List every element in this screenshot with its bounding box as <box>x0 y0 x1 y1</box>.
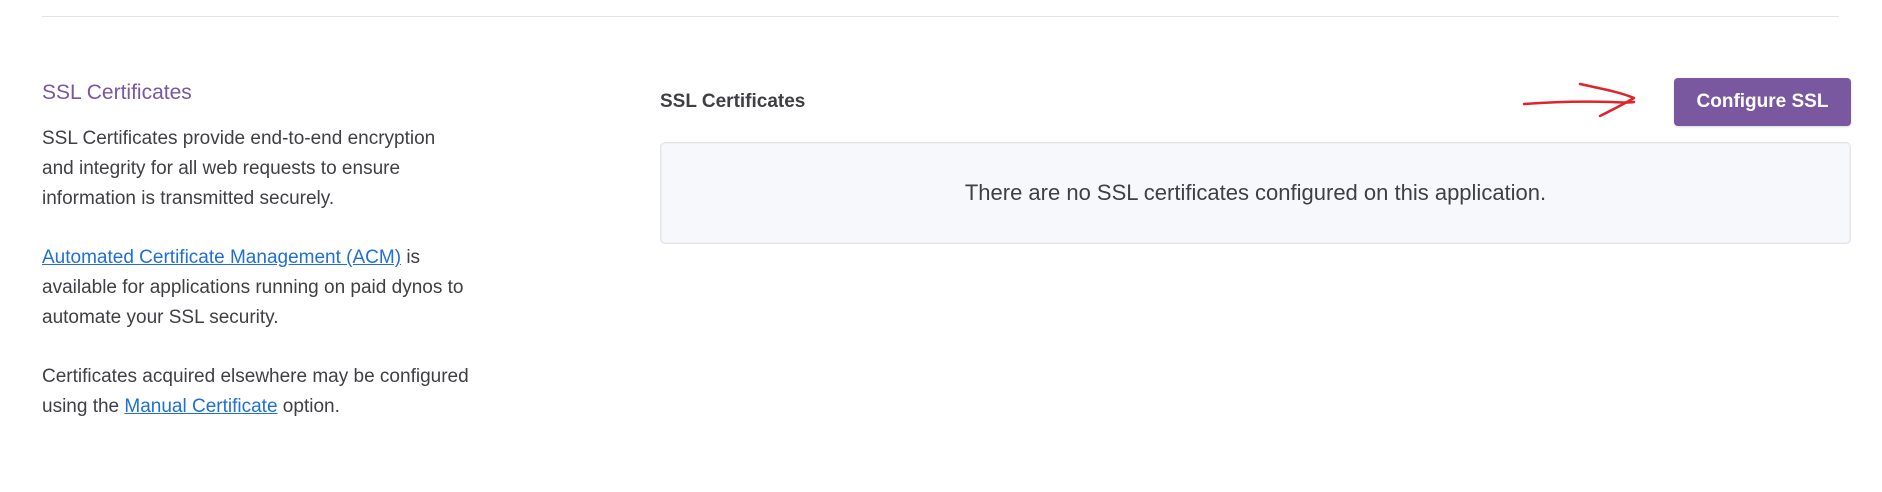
configure-ssl-button[interactable]: Configure SSL <box>1674 78 1851 126</box>
manual-certificate-link[interactable]: Manual Certificate <box>124 396 277 417</box>
red-arrow-icon <box>1522 82 1636 118</box>
ssl-description-text: SSL Certificates provide end-to-end encr… <box>42 128 436 209</box>
manual-suffix: option. <box>277 396 340 417</box>
section-title: SSL Certificates <box>42 81 192 104</box>
acm-paragraph: Automated Certificate Management (ACM) i… <box>42 243 472 333</box>
ssl-settings-page: SSL Certificates SSL Certificates provid… <box>0 0 1882 492</box>
acm-link[interactable]: Automated Certificate Management (ACM) <box>42 247 401 268</box>
panel-title: SSL Certificates <box>660 91 806 112</box>
ssl-panel-header: SSL Certificates Configure SSL <box>660 78 1851 142</box>
section-divider <box>42 16 1839 17</box>
empty-state-box: There are no SSL certificates configured… <box>660 142 1851 244</box>
manual-paragraph: Certificates acquired elsewhere may be c… <box>42 362 472 422</box>
ssl-info-panel: SSL Certificates SSL Certificates provid… <box>42 78 472 451</box>
empty-state-message: There are no SSL certificates configured… <box>964 180 1547 205</box>
ssl-description: SSL Certificates provide end-to-end encr… <box>42 124 472 214</box>
ssl-certificates-panel: SSL Certificates Configure SSL There are… <box>660 78 1851 244</box>
